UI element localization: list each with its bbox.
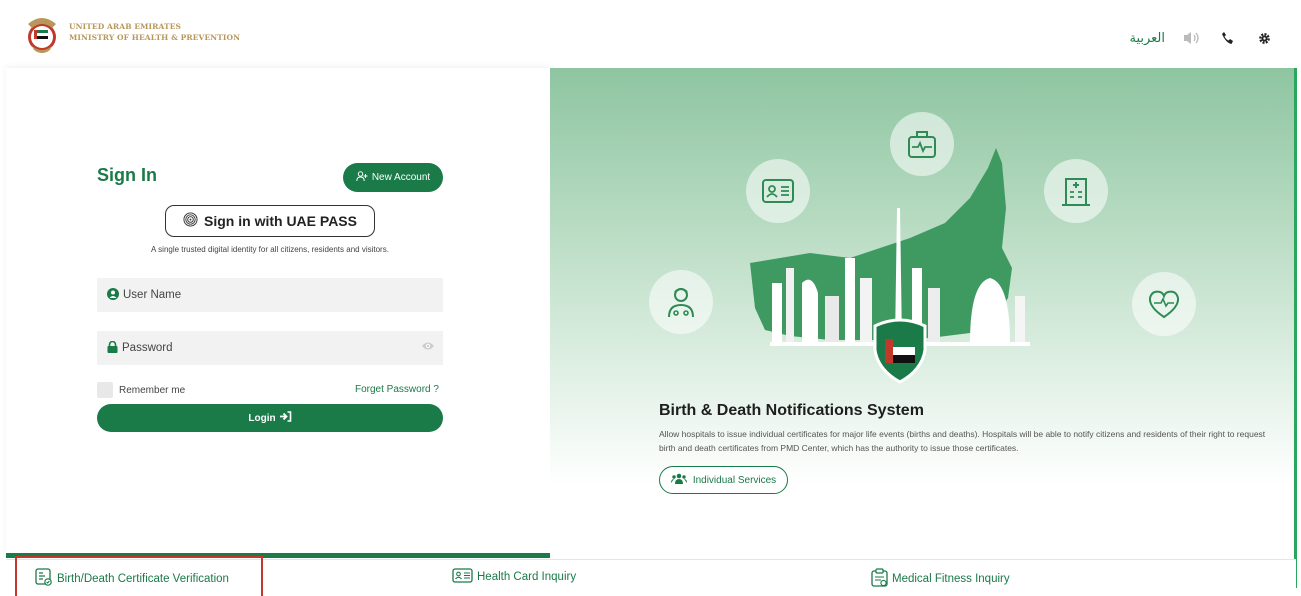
new-account-button[interactable]: New Account <box>343 163 443 192</box>
users-group-icon <box>670 473 687 487</box>
brand-line-1: UNITED ARAB EMIRATES <box>69 22 182 31</box>
password-field[interactable]: Password <box>97 331 443 365</box>
remember-me-checkbox[interactable] <box>97 382 113 398</box>
lock-icon <box>107 340 118 356</box>
certificate-icon <box>35 568 53 589</box>
forget-password-link[interactable]: Forget Password ? <box>355 384 439 395</box>
birth-death-verification-label: Birth/Death Certificate Verification <box>57 572 229 585</box>
add-user-icon <box>356 170 368 185</box>
sign-in-arrow-icon <box>279 411 292 425</box>
sign-in-title: Sign In <box>97 165 157 185</box>
heart-icon <box>1132 272 1196 336</box>
health-card-inquiry-label: Health Card Inquiry <box>477 571 577 583</box>
fingerprint-icon <box>183 212 198 230</box>
uae-pass-signin-button[interactable]: Sign in with UAE PASS <box>165 205 375 237</box>
individual-services-button[interactable]: Individual Services <box>659 466 788 494</box>
password-placeholder: Password <box>122 342 173 354</box>
header-actions: العربية <box>1129 29 1273 47</box>
speaker-icon[interactable] <box>1183 29 1201 47</box>
right-edge-accent <box>1294 68 1297 588</box>
show-password-eye-icon[interactable] <box>421 341 435 354</box>
login-label: Login <box>248 412 276 424</box>
hero-description: Allow hospitals to issue individual cert… <box>659 429 1266 453</box>
username-field[interactable]: User Name <box>97 278 443 312</box>
id-card-icon <box>746 159 810 223</box>
ministry-brand: UNITED ARAB EMIRATES MINISTRY OF HEALTH … <box>69 21 240 43</box>
clipboard-icon <box>871 568 888 590</box>
birth-death-verification-link[interactable]: Birth/Death Certificate Verification <box>35 568 229 589</box>
uae-pass-description: A single trusted digital identity for al… <box>151 245 389 254</box>
medical-fitness-inquiry-label: Medical Fitness Inquiry <box>892 573 1010 585</box>
top-header: UNITED ARAB EMIRATES MINISTRY OF HEALTH … <box>0 0 1301 68</box>
id-card-icon <box>452 568 473 586</box>
uae-pass-label: Sign in with UAE PASS <box>204 213 357 229</box>
phone-icon[interactable] <box>1219 29 1237 47</box>
language-switch-link[interactable]: العربية <box>1129 31 1165 46</box>
uae-emblem-logo[interactable] <box>22 10 62 58</box>
login-button[interactable]: Login <box>97 404 443 432</box>
doctor-icon <box>649 270 713 334</box>
brand-line-2: MINISTRY OF HEALTH & PREVENTION <box>69 33 241 42</box>
individual-services-label: Individual Services <box>692 474 777 486</box>
hospital-icon <box>1044 159 1108 223</box>
medical-fitness-inquiry-link[interactable]: Medical Fitness Inquiry <box>871 568 1010 590</box>
medical-kit-icon <box>890 112 954 176</box>
sign-in-panel <box>6 68 550 557</box>
new-account-label: New Account <box>371 172 431 183</box>
hero-title: Birth & Death Notifications System <box>659 402 924 419</box>
health-card-inquiry-link[interactable]: Health Card Inquiry <box>452 568 576 586</box>
username-placeholder: User Name <box>123 289 182 301</box>
gear-icon[interactable] <box>1255 29 1273 47</box>
remember-me-label[interactable]: Remember me <box>119 385 185 396</box>
user-circle-icon <box>107 287 119 303</box>
